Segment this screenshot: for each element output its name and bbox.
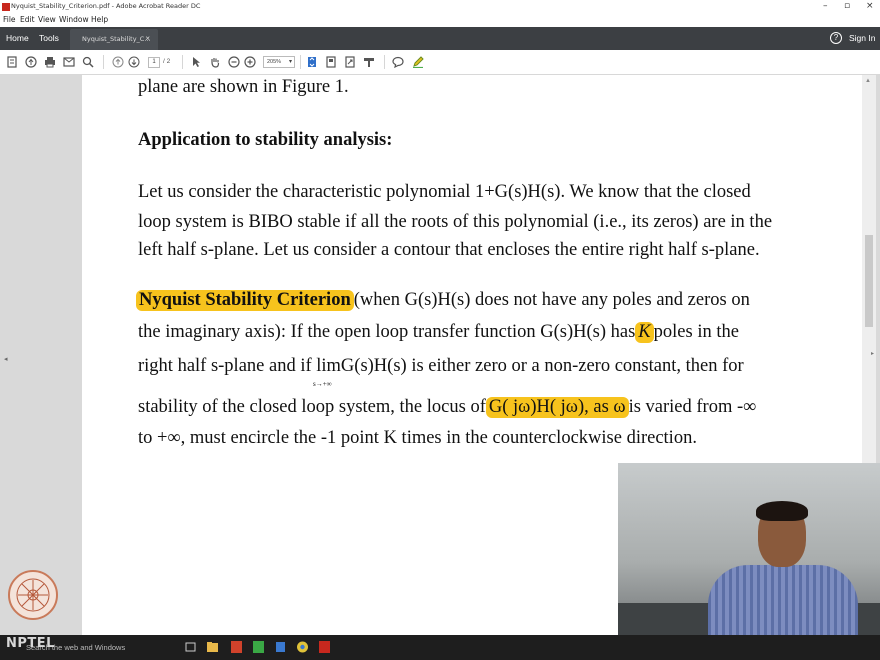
toolbar-divider xyxy=(384,55,385,69)
tab-tools[interactable]: Tools xyxy=(39,33,59,43)
paragraph-line: left half s-plane. Let us consider a con… xyxy=(138,240,760,260)
file-explorer-icon[interactable] xyxy=(206,640,219,654)
toolbar: 1 / 2 205% ▾ xyxy=(0,50,880,75)
menu-help[interactable]: Help xyxy=(91,15,108,24)
nptel-logo xyxy=(8,570,58,620)
highlighted-criterion-title: Nyquist Stability Criterion xyxy=(136,290,354,311)
criterion-line: right half s-plane and if limG(s)H(s) is… xyxy=(138,356,744,376)
zoom-level-dropdown[interactable]: 205% ▾ xyxy=(263,56,295,68)
rotate-page-icon[interactable] xyxy=(344,56,356,68)
criterion-line: the imaginary axis): If the open loop tr… xyxy=(138,322,739,343)
highlight-text-icon[interactable] xyxy=(363,56,375,68)
zoom-out-icon[interactable] xyxy=(228,56,240,68)
highlighted-locus: G( jω)H( jω), as ω xyxy=(485,397,629,418)
criterion-line: stability of the closed loop system, the… xyxy=(138,397,756,418)
close-window-button[interactable]: × xyxy=(866,1,874,11)
menu-edit[interactable]: Edit xyxy=(20,15,35,24)
page-number-input[interactable]: 1 xyxy=(148,57,160,68)
criterion-line: to +∞, must encircle the -1 point K time… xyxy=(138,428,697,448)
minimize-button[interactable]: – xyxy=(823,1,828,11)
menu-window[interactable]: Window xyxy=(59,15,89,24)
comment-icon[interactable] xyxy=(392,56,404,68)
right-panel-toggle-icon[interactable]: ▸ xyxy=(871,350,874,357)
criterion-text: (when G(s)H(s) does not have any poles a… xyxy=(353,290,750,310)
upload-cloud-icon[interactable] xyxy=(25,56,37,68)
next-page-icon[interactable] xyxy=(128,56,140,68)
criterion-text: stability of the closed loop system, the… xyxy=(138,397,486,417)
acrobat-taskbar-icon[interactable] xyxy=(318,640,331,654)
scroll-up-arrow-icon[interactable]: ▲ xyxy=(865,78,871,84)
hand-tool-icon[interactable] xyxy=(209,56,221,68)
presenter-video xyxy=(618,463,880,643)
menu-file[interactable]: File xyxy=(3,15,16,24)
criterion-text: poles in the xyxy=(653,322,739,342)
limit-subscript: s→+∞ xyxy=(313,380,332,388)
presenter xyxy=(698,501,858,643)
highlighted-k: K xyxy=(635,322,654,343)
zoom-level-value: 205% xyxy=(267,59,282,65)
zoom-in-icon[interactable] xyxy=(244,56,256,68)
powerpoint-icon[interactable] xyxy=(230,640,243,654)
menu-view[interactable]: View xyxy=(38,15,56,24)
criterion-text: the imaginary axis): If the open loop tr… xyxy=(138,322,636,342)
create-pdf-icon[interactable] xyxy=(6,56,18,68)
fit-page-icon[interactable] xyxy=(306,56,318,68)
task-view-icon[interactable] xyxy=(184,640,197,654)
page-total: / 2 xyxy=(163,58,171,65)
search-icon[interactable] xyxy=(82,56,94,68)
window-title: Nyquist_Stability_Criterion.pdf - Adobe … xyxy=(11,2,201,10)
menu-bar: File Edit View Window Help xyxy=(0,14,880,27)
criterion-text: is varied from -∞ xyxy=(628,397,757,417)
tab-document[interactable]: Nyquist_Stability_C... × xyxy=(70,29,158,50)
nptel-watermark: NPTEL xyxy=(6,636,55,651)
help-icon[interactable]: ? xyxy=(830,32,842,44)
restore-button[interactable]: ▫ xyxy=(844,1,850,11)
document-tab-label: Nyquist_Stability_C... xyxy=(82,35,151,43)
sign-in-link[interactable]: Sign In xyxy=(849,33,875,43)
scrollbar-thumb[interactable] xyxy=(865,235,873,327)
section-heading: Application to stability analysis: xyxy=(138,130,393,150)
print-icon[interactable] xyxy=(44,56,56,68)
acrobat-app-icon xyxy=(2,3,10,11)
presenter-hair xyxy=(756,501,808,521)
toolbar-divider xyxy=(103,55,104,69)
window-title-bar: Nyquist_Stability_Criterion.pdf - Adobe … xyxy=(0,0,880,14)
criterion-line: Nyquist Stability Criterion (when G(s)H(… xyxy=(136,290,750,311)
select-cursor-icon[interactable] xyxy=(190,56,202,68)
left-panel-toggle-icon[interactable]: ◂ xyxy=(4,355,8,363)
tab-home[interactable]: Home xyxy=(6,33,29,43)
paragraph-line: Let us consider the characteristic polyn… xyxy=(138,182,751,202)
document-line: plane are shown in Figure 1. xyxy=(138,77,349,97)
pen-draw-icon[interactable] xyxy=(412,56,424,68)
windows-taskbar: Search the web and Windows xyxy=(0,635,880,660)
paragraph-line: loop system is BIBO stable if all the ro… xyxy=(138,212,773,232)
presenter-shirt xyxy=(708,565,858,643)
app-icon[interactable] xyxy=(274,640,287,654)
camtasia-icon[interactable] xyxy=(252,640,265,654)
email-icon[interactable] xyxy=(63,56,75,68)
tab-bar: Home Tools Nyquist_Stability_C... × ? Si… xyxy=(0,27,880,50)
scroll-mode-icon[interactable] xyxy=(325,56,337,68)
toolbar-divider xyxy=(182,55,183,69)
toolbar-divider xyxy=(300,55,301,69)
chrome-icon[interactable] xyxy=(296,640,309,654)
close-tab-icon[interactable]: × xyxy=(145,34,150,43)
previous-page-icon[interactable] xyxy=(112,56,124,68)
chevron-down-icon: ▾ xyxy=(288,59,292,65)
